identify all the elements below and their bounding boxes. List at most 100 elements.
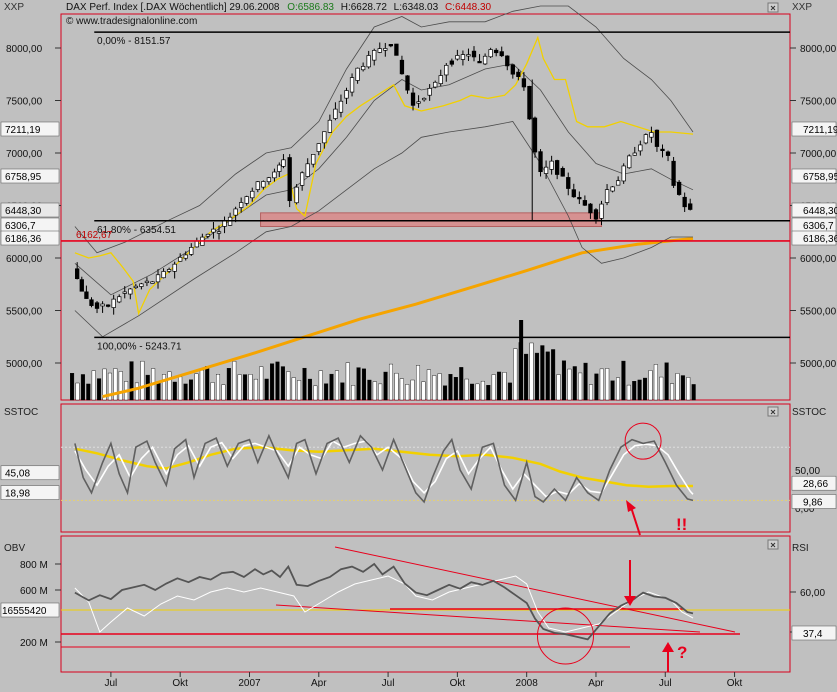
volume-bar: [145, 374, 150, 401]
volume-bar: [605, 368, 610, 401]
candle-body: [610, 186, 615, 192]
candle-body: [555, 160, 560, 175]
candle-body: [133, 285, 138, 289]
volume-bar: [399, 378, 404, 401]
price-badge-right-text: 6186,36: [803, 234, 837, 245]
candle-body: [189, 247, 194, 255]
volume-bar: [189, 379, 194, 401]
volume-bar: [621, 360, 626, 401]
candle-body: [665, 151, 671, 156]
volume-bar: [556, 374, 561, 401]
volume-bar: [443, 385, 448, 401]
candle-body: [510, 64, 515, 75]
volume-bar: [416, 365, 421, 401]
candle-body: [444, 64, 449, 76]
candle-body: [178, 256, 183, 262]
price-badge-left-text: 6186,36: [5, 234, 42, 245]
candle-body: [222, 220, 227, 227]
chart-window: XXP XXP DAX Perf. Index [.DAX Wöchentlic…: [0, 0, 837, 689]
volume-bar: [470, 383, 475, 401]
price-badge-right-text: 7211,19: [803, 125, 837, 136]
volume-bar: [394, 372, 399, 401]
volume-bar: [199, 370, 204, 401]
volume-bar: [594, 373, 599, 401]
volume-bar: [118, 371, 123, 401]
candle-body: [294, 186, 299, 204]
candle-body: [599, 203, 604, 219]
price-badge-left-text: 6306,7: [5, 221, 36, 232]
obv-signal-mark: ?: [677, 643, 687, 662]
stochastic-tick-label: 50,00: [795, 466, 820, 477]
support-level-label: 6162,67: [76, 230, 113, 241]
candle-body: [311, 154, 316, 165]
candle-body: [449, 60, 454, 65]
volume-bar: [480, 380, 485, 401]
candle-body: [105, 304, 111, 307]
candle-body: [394, 43, 399, 56]
volume-bar: [448, 374, 453, 401]
candle-body: [638, 144, 643, 152]
candle-body: [111, 298, 116, 308]
price-panel-close-icon[interactable]: [767, 2, 779, 13]
volume-bar: [410, 379, 415, 401]
volume-bar: [264, 378, 269, 401]
candle-body: [466, 54, 471, 57]
volume-bar: [372, 381, 377, 401]
volume-bar: [178, 376, 183, 401]
candle-body: [582, 200, 588, 206]
candle-body: [383, 48, 388, 51]
obv-title: OBV: [4, 543, 25, 554]
candle-body: [377, 48, 382, 53]
stochastic-title-right: SSTOC: [792, 407, 826, 418]
x-axis-label: Apr: [311, 678, 327, 687]
price-tick-label-right: 8000,00: [800, 44, 837, 55]
x-axis-label: 2007: [238, 678, 261, 687]
volume-bar: [172, 381, 177, 401]
volume-bar: [653, 364, 658, 401]
volume-bar: [421, 381, 426, 401]
price-tick-label-right: 6000,00: [800, 254, 837, 265]
volume-bar: [307, 378, 312, 401]
candle-body: [471, 50, 477, 58]
candle-body: [244, 196, 249, 204]
candle-body: [360, 65, 366, 71]
x-axis-label: Apr: [588, 678, 604, 687]
price-tick-label-left: 8000,00: [6, 44, 43, 55]
header-title: DAX Perf. Index [.DAX Wöchentlich] 29.06…: [66, 2, 492, 13]
stochastic-signal-mark: !!: [676, 515, 687, 534]
volume-bar: [226, 368, 231, 401]
volume-bar: [156, 381, 161, 401]
volume-bar: [324, 383, 329, 401]
stochastic-title: SSTOC: [4, 407, 38, 418]
volume-bar: [297, 380, 302, 401]
volume-bar: [643, 377, 648, 401]
price-badge-left-text: 6448,30: [5, 206, 42, 217]
candle-body: [266, 177, 272, 183]
candle-body: [488, 49, 493, 58]
candle-body: [604, 189, 610, 203]
x-axis-label: Jul: [659, 678, 672, 687]
volume-bar: [351, 385, 356, 401]
high-value: H:6628.72: [341, 2, 388, 13]
volume-bar: [80, 374, 85, 401]
candle-body: [366, 55, 371, 68]
stochastic-badge-left-text: 18,98: [5, 489, 30, 500]
volume-bar: [540, 345, 545, 401]
volume-bar: [675, 373, 680, 401]
volume-bar: [659, 376, 664, 401]
volume-bar: [648, 370, 653, 401]
candle-body: [281, 159, 286, 167]
candle-body: [300, 172, 305, 186]
obv-panel-close-icon[interactable]: [767, 539, 779, 550]
candle-body: [593, 209, 599, 220]
price-tick-label-left: 5000,00: [6, 359, 43, 370]
volume-bar: [361, 368, 366, 401]
candle-body: [327, 119, 333, 133]
stochastic-panel-close-icon[interactable]: [767, 406, 779, 417]
volume-bar: [616, 377, 621, 401]
candle-body: [150, 281, 155, 284]
candle-body: [421, 97, 427, 101]
volume-bar: [551, 349, 556, 401]
volume-bar: [259, 366, 264, 401]
volume-bar: [664, 362, 669, 401]
